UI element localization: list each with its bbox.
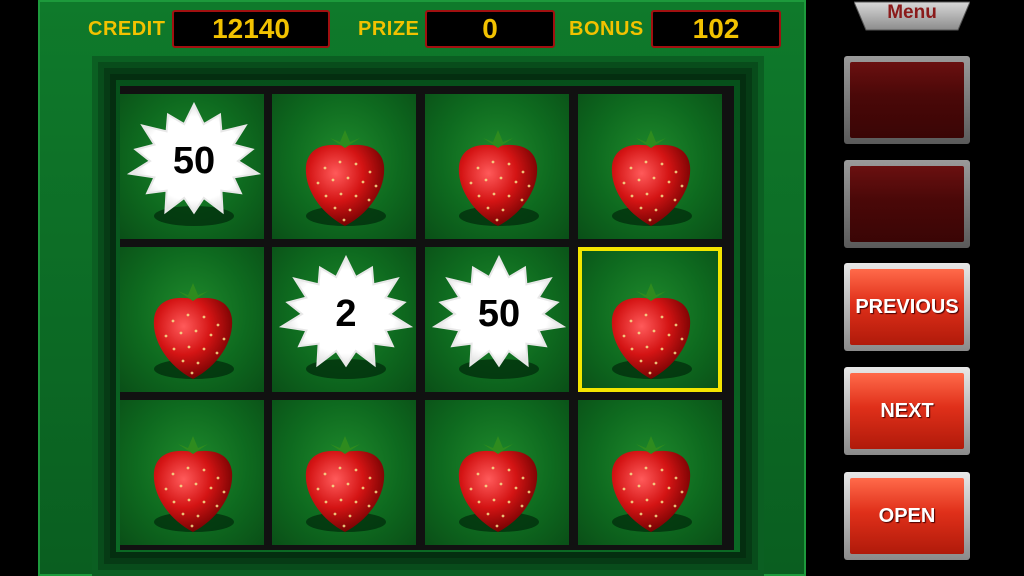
grid-cell-r3c3[interactable] <box>425 400 569 545</box>
grid-cell-r1c4[interactable] <box>578 94 722 239</box>
strawberry-icon <box>153 436 233 532</box>
strawberry-icon <box>153 283 233 379</box>
prize-amount: 50 <box>172 139 216 182</box>
blank-button-1 <box>844 56 970 144</box>
menu-button[interactable]: Menu <box>854 0 970 34</box>
prize-value: 0 <box>425 10 555 48</box>
blank-button-2 <box>844 160 970 248</box>
strawberry-icon <box>611 436 691 532</box>
strawberry-icon <box>611 283 691 379</box>
control-panel: Menu PREVIOUS NEXT OPEN <box>806 0 1024 576</box>
grid-cell-r1c3[interactable] <box>425 94 569 239</box>
game-board: CREDIT 12140 PRIZE 0 BONUS 102 50 2 50 <box>38 0 806 576</box>
pick-grid: 50 2 50 <box>120 86 734 550</box>
next-button[interactable]: NEXT <box>844 367 970 455</box>
grid-cell-r2c4[interactable] <box>578 247 722 392</box>
previous-button[interactable]: PREVIOUS <box>844 263 970 351</box>
credit-value: 12140 <box>172 10 330 48</box>
grid-cell-r3c2[interactable] <box>272 400 416 545</box>
credit-label: CREDIT <box>88 18 166 40</box>
bonus-label: BONUS <box>569 18 644 40</box>
grid-cell-r2c1[interactable] <box>120 247 264 392</box>
grid-cell-r2c3[interactable]: 50 <box>425 247 569 392</box>
bonus-value: 102 <box>651 10 781 48</box>
next-button-label: NEXT <box>850 373 964 449</box>
grid-cell-r3c4[interactable] <box>578 400 722 545</box>
hud-bar: CREDIT 12140 PRIZE 0 BONUS 102 <box>38 8 806 50</box>
open-button[interactable]: OPEN <box>844 472 970 560</box>
grid-cell-r1c1[interactable]: 50 <box>120 94 264 239</box>
previous-button-label: PREVIOUS <box>850 269 964 345</box>
strawberry-icon <box>458 436 538 532</box>
grid-cell-r3c1[interactable] <box>120 400 264 545</box>
grid-cell-r1c2[interactable] <box>272 94 416 239</box>
strawberry-icon <box>458 130 538 226</box>
blank-button-1-label <box>850 62 964 138</box>
strawberry-icon <box>611 130 691 226</box>
strawberry-icon <box>305 436 385 532</box>
open-button-label: OPEN <box>850 478 964 554</box>
menu-label: Menu <box>887 2 937 23</box>
prize-label: PRIZE <box>358 18 420 40</box>
prize-amount: 50 <box>477 292 521 335</box>
prize-amount: 2 <box>335 292 357 335</box>
blank-button-2-label <box>850 166 964 242</box>
strawberry-icon <box>305 130 385 226</box>
grid-cell-r2c2[interactable]: 2 <box>272 247 416 392</box>
